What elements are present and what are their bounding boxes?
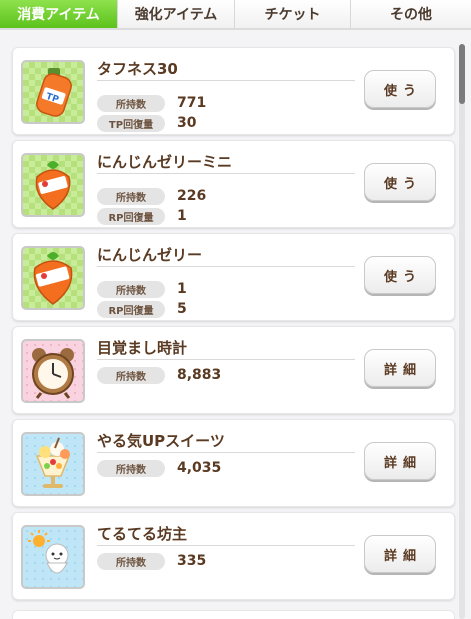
tab-consumable[interactable]: 消費アイテム [0,0,118,28]
divider [97,173,355,174]
carrot-jelly-icon [21,246,85,310]
use-button[interactable]: 使う [364,256,436,294]
carrot-jelly-mini-icon [21,153,85,217]
stat-label: 所持数 [97,459,165,477]
stat-row: 所持数 1 [97,280,187,298]
item-name: にんじんゼリーミニ [97,153,233,171]
stat-value: 30 [177,115,197,131]
stat-row: RP回復量 5 [97,300,187,318]
list-item: 目覚まし時計 所持数 8,883 詳細 [12,326,455,414]
stat-label: TP回復量 [97,114,165,132]
details-button[interactable]: 詳細 [364,442,436,480]
list-item: にんじんゼリー 所持数 1 RP回復量 5 使う [12,233,455,321]
stat-label: 所持数 [97,187,165,205]
scrollbar-thumb[interactable] [459,44,465,104]
divider [97,266,355,267]
use-button[interactable]: 使う [364,163,436,201]
stat-label: 所持数 [97,552,165,570]
item-name: にんじんゼリー [97,246,203,264]
item-name: てるてる坊主 [97,525,188,543]
stat-label: RP回復量 [97,207,165,225]
stat-value: 1 [177,281,187,297]
item-name: 目覚まし時計 [97,339,188,357]
divider [97,545,355,546]
stat-value: 4,035 [177,460,222,476]
stat-row: 所持数 335 [97,552,206,570]
alarm-clock-icon [21,339,85,403]
stat-label: 所持数 [97,280,165,298]
stat-label: RP回復量 [97,300,165,318]
details-button[interactable]: 詳細 [364,349,436,387]
stat-label: 所持数 [97,366,165,384]
use-button[interactable]: 使う [364,70,436,108]
stat-label: 所持数 [97,94,165,112]
stat-value: 335 [177,553,207,569]
stat-value: 8,883 [177,367,222,383]
divider [97,452,355,453]
stat-row: TP回復量 30 [97,114,196,132]
stat-value: 5 [177,301,187,317]
teru-teru-bozu-icon [21,525,85,589]
list-item: やる気UPスイーツ 所持数 4,035 詳細 [12,419,455,507]
item-name: やる気UPスイーツ [97,432,225,450]
parfait-icon [21,432,85,496]
stat-row: 所持数 226 [97,187,206,205]
stat-row: 所持数 8,883 [97,366,221,384]
list-item: にんじんゼリーミニ 所持数 226 RP回復量 1 使う [12,140,455,228]
item-category-tabs: 消費アイテム 強化アイテム チケット その他 [0,0,471,30]
details-button[interactable]: 詳細 [364,535,436,573]
tab-other[interactable]: その他 [351,0,471,28]
item-name: タフネス30 [97,60,178,78]
tp-drink-bottle-icon: TP [21,60,85,124]
stat-row: RP回復量 1 [97,207,187,225]
stat-row: 所持数 4,035 [97,459,221,477]
stat-row: 所持数 771 [97,94,206,112]
list-item: TP タフネス30 所持数 771 TP回復量 30 使う [12,47,455,135]
divider [97,80,355,81]
stat-value: 1 [177,208,187,224]
stat-value: 226 [177,188,207,204]
list-item [12,610,455,619]
tab-enhancement[interactable]: 強化アイテム [118,0,235,28]
tab-ticket[interactable]: チケット [235,0,351,28]
list-item: てるてる坊主 所持数 335 詳細 [12,512,455,600]
scroll-track[interactable] [459,44,465,619]
divider [97,359,355,360]
stat-value: 771 [177,95,207,111]
